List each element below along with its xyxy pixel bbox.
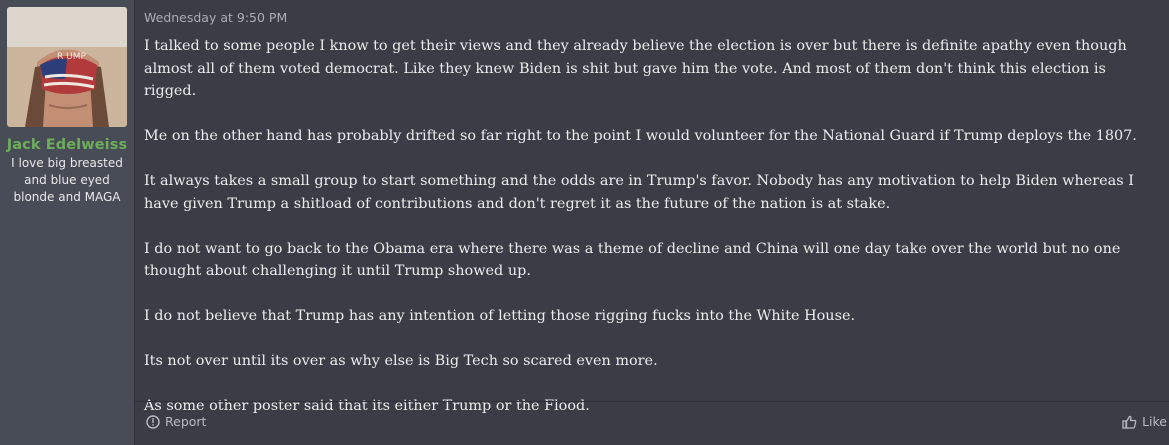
forum-post: R UMP Jack Edelweiss I love big breasted…: [0, 0, 1169, 445]
user-avatar[interactable]: R UMP: [7, 7, 127, 127]
like-label: Like: [1142, 414, 1167, 429]
post-paragraph: Me on the other hand has probably drifte…: [144, 128, 1137, 144]
report-button[interactable]: Report: [146, 414, 206, 429]
post-paragraph: I do not believe that Trump has any inte…: [144, 308, 856, 324]
avatar-image: R UMP: [7, 7, 127, 127]
svg-text:R UMP: R UMP: [57, 52, 86, 62]
post-main: Wednesday at 9:50 PM I talked to some pe…: [135, 0, 1169, 445]
post-paragraph: Its not over until its over as why else …: [144, 353, 658, 369]
post-paragraph: It always takes a small group to start s…: [144, 173, 1134, 212]
post-paragraph: As some other poster said that its eithe…: [144, 398, 590, 414]
user-title: I love big breasted and blue eyed blonde…: [11, 156, 123, 204]
post-footer-divider: [135, 401, 1169, 402]
user-sidebar: R UMP Jack Edelweiss I love big breasted…: [0, 0, 135, 445]
thumbs-up-icon: [1122, 415, 1137, 429]
like-button[interactable]: Like: [1122, 414, 1167, 429]
report-icon: [146, 414, 160, 429]
username[interactable]: Jack Edelweiss: [0, 137, 134, 153]
report-label: Report: [165, 414, 207, 429]
post-paragraph: I do not want to go back to the Obama er…: [144, 240, 1121, 280]
post-paragraph: I talked to some people I know to get th…: [144, 38, 1127, 99]
post-timestamp[interactable]: Wednesday at 9:50 PM: [144, 10, 287, 25]
post-body: I talked to some people I know to get th…: [144, 35, 1161, 418]
